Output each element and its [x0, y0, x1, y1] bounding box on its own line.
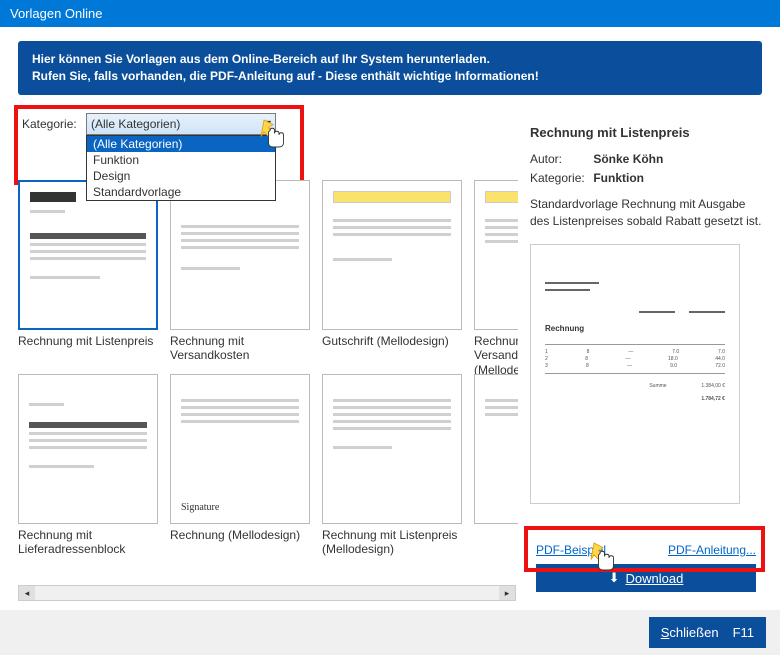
- template-grid: Rechnung mit Listenpreis Rechnung mit Ve…: [18, 180, 518, 585]
- info-line-2: Rufen Sie, falls vorhanden, die PDF-Anle…: [32, 68, 748, 85]
- scroll-right-button[interactable]: ▸: [499, 586, 515, 600]
- info-line-1: Hier können Sie Vorlagen aus dem Online-…: [32, 51, 748, 68]
- template-item[interactable]: Rechnung mit Listenpreis: [18, 180, 158, 364]
- cursor-click-icon: [588, 540, 618, 579]
- window-titlebar: Vorlagen Online: [0, 0, 780, 27]
- template-caption: Rechnung mit Listenpreis: [18, 334, 158, 364]
- template-item[interactable]: [474, 374, 518, 558]
- template-thumbnail: [322, 374, 462, 524]
- preview-heading: Rechnung: [545, 324, 725, 333]
- template-item[interactable]: Rechnung mit Versandkosten: [170, 180, 310, 364]
- info-banner: Hier können Sie Vorlagen aus dem Online-…: [18, 41, 762, 95]
- detail-category-value: Funktion: [593, 171, 644, 185]
- template-caption: Rechnung (Mellodesign): [170, 528, 310, 558]
- scroll-left-button[interactable]: ◂: [19, 586, 35, 600]
- template-thumbnail: Signature: [170, 374, 310, 524]
- template-caption: Rechnung mit Lieferadressenblock: [18, 528, 158, 558]
- template-caption: [474, 528, 518, 558]
- detail-category-label: Kategorie:: [530, 169, 590, 188]
- template-thumbnail: [18, 374, 158, 524]
- template-item[interactable]: Rechnung mit Listenpreis (Mellodesign): [322, 374, 462, 558]
- category-option[interactable]: Standardvorlage: [87, 184, 275, 200]
- category-label: Kategorie:: [22, 117, 77, 131]
- footer-bar: Schließen F11: [0, 610, 780, 655]
- category-dropdown[interactable]: (Alle Kategorien) Funktion Design Standa…: [86, 135, 276, 201]
- template-item[interactable]: Rechnung mit Versandkosten (Mellodesign): [474, 180, 518, 364]
- template-caption: Rechnung mit Versandkosten (Mellodesign): [474, 334, 518, 364]
- details-preview: Rechnung 18—7.07.0 28—18.044.0 38—9.072.…: [530, 244, 740, 504]
- author-value: Sönke Köhn: [593, 152, 663, 166]
- template-thumbnail: [18, 180, 158, 330]
- details-description: Standardvorlage Rechnung mit Ausgabe des…: [530, 196, 762, 230]
- template-thumbnail: [474, 180, 518, 330]
- highlight-rect-links: [524, 526, 765, 572]
- template-caption: Rechnung mit Listenpreis (Mellodesign): [322, 528, 462, 558]
- category-select[interactable]: (Alle Kategorien) ▾: [86, 113, 276, 135]
- author-label: Autor:: [530, 150, 590, 169]
- close-label-rest: chließen: [669, 625, 718, 640]
- category-selected-value: (Alle Kategorien): [91, 117, 180, 131]
- category-option[interactable]: Design: [87, 168, 275, 184]
- template-thumbnail: [170, 180, 310, 330]
- template-thumbnail: [322, 180, 462, 330]
- category-option[interactable]: (Alle Kategorien): [87, 136, 275, 152]
- details-panel: Rechnung mit Listenpreis Autor: Sönke Kö…: [530, 125, 762, 504]
- template-item[interactable]: Rechnung mit Lieferadressenblock: [18, 374, 158, 558]
- template-caption: Gutschrift (Mellodesign): [322, 334, 462, 364]
- template-caption: Rechnung mit Versandkosten: [170, 334, 310, 364]
- close-button[interactable]: Schließen F11: [649, 617, 766, 648]
- download-label: Download: [626, 571, 684, 586]
- template-item[interactable]: Signature Rechnung (Mellodesign): [170, 374, 310, 558]
- details-title: Rechnung mit Listenpreis: [530, 125, 762, 140]
- window-title: Vorlagen Online: [10, 6, 103, 21]
- close-shortcut: F11: [733, 625, 754, 640]
- horizontal-scrollbar[interactable]: ◂ ▸: [18, 585, 516, 601]
- template-item[interactable]: Gutschrift (Mellodesign): [322, 180, 462, 364]
- cursor-click-icon: [258, 117, 288, 156]
- category-option[interactable]: Funktion: [87, 152, 275, 168]
- template-thumbnail: [474, 374, 518, 524]
